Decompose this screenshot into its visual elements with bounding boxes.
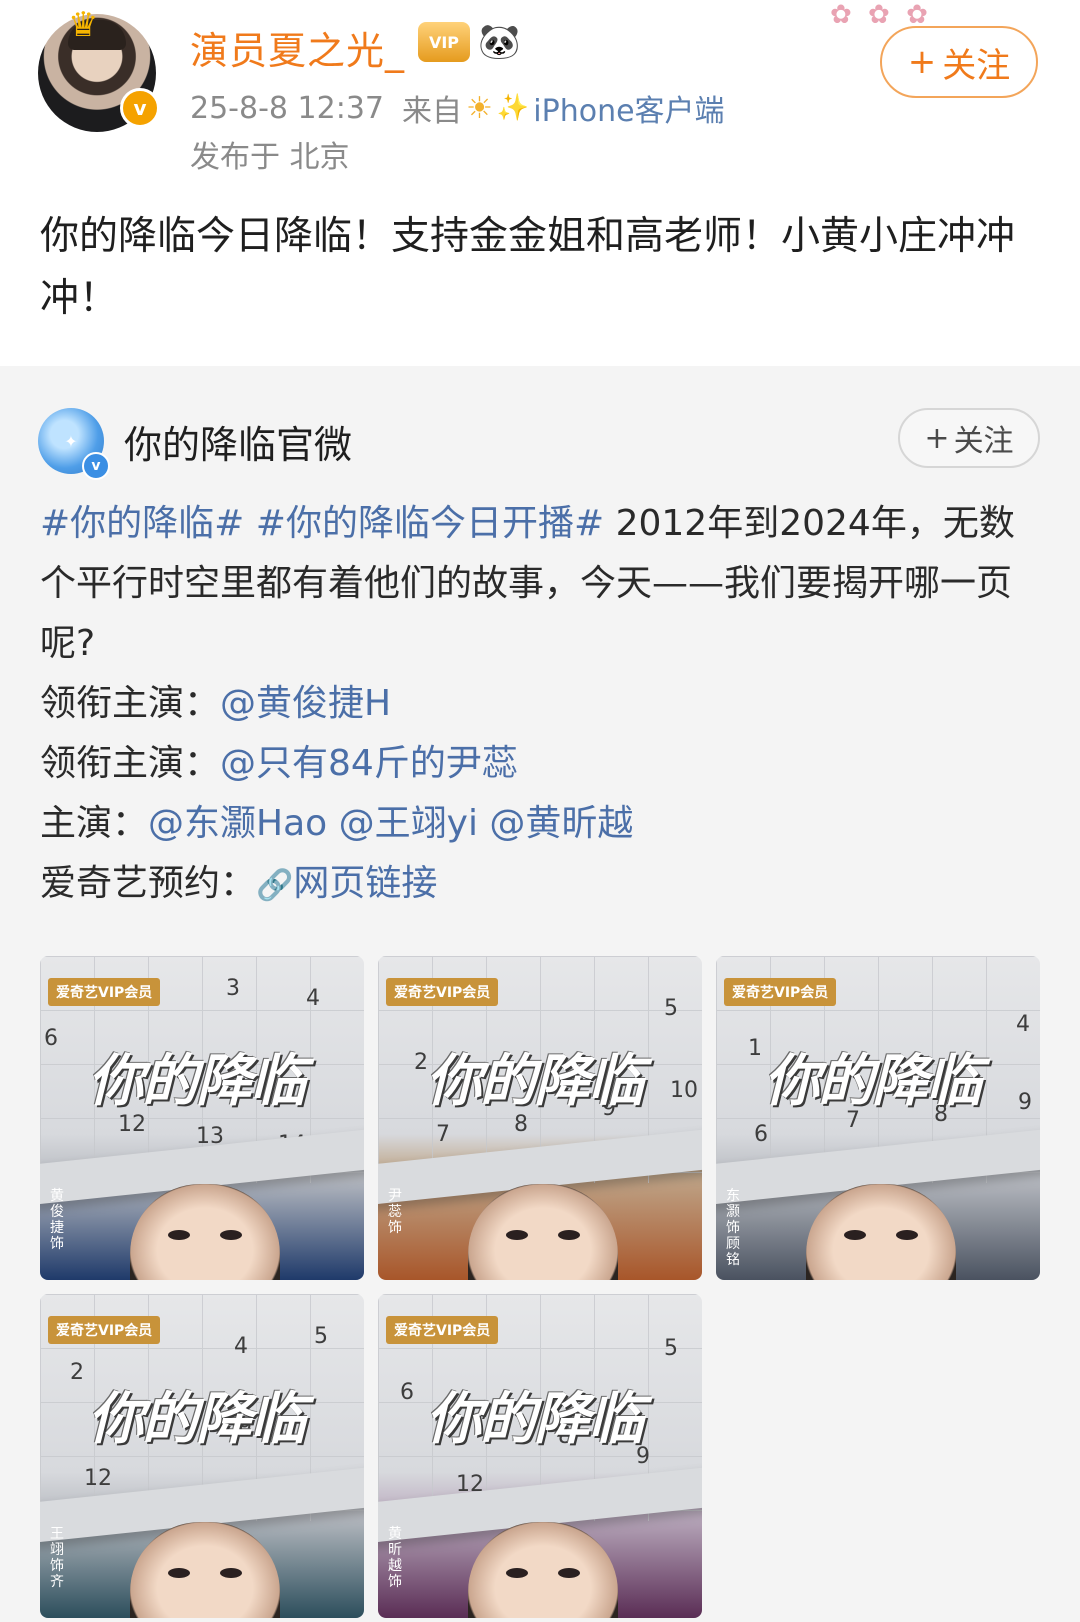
source-client[interactable]: iPhone客户端 bbox=[533, 86, 724, 130]
calendar-number: 6 bbox=[754, 1122, 768, 1147]
sparkle-icon: ✨ bbox=[496, 93, 530, 123]
calendar-number: 6 bbox=[44, 1026, 58, 1051]
vip-member-badge: 爱奇艺VIP会员 bbox=[386, 1316, 499, 1344]
post-meta: 25-8-8 12:37 来自 ☀ ✨ iPhone客户端 bbox=[190, 86, 725, 130]
cast-line: 主演：@东灏Hao @王翊yi @黄昕越 bbox=[40, 794, 1050, 854]
poster-image[interactable]: 爱奇艺VIP会员 1 6 7 8 9 4 你的降临 东灏饰顾铭 bbox=[716, 956, 1040, 1280]
mention-link[interactable]: @王翊yi bbox=[339, 803, 478, 844]
sun-icon: ☀ bbox=[466, 90, 493, 126]
author-name[interactable]: 演员夏之光_ bbox=[190, 20, 405, 75]
follow-button[interactable]: + 关注 bbox=[880, 26, 1038, 98]
post-source[interactable]: 来自 ☀ ✨ iPhone客户端 bbox=[402, 86, 725, 130]
cast-label: 主演： bbox=[40, 803, 149, 844]
post-time: 25-8-8 12:37 bbox=[190, 90, 384, 126]
post-location: 发布于 北京 bbox=[190, 140, 350, 175]
author-avatar-wrap[interactable]: ♛ v bbox=[38, 8, 160, 132]
actor-face bbox=[130, 1522, 280, 1618]
repost-follow-button[interactable]: + 关注 bbox=[898, 408, 1040, 468]
vip-badge-icon[interactable]: VIP bbox=[418, 22, 470, 62]
poster-image[interactable]: 爱奇艺VIP会员 3 4 6 12 13 14 你的降临 黄俊捷饰 bbox=[40, 956, 364, 1280]
actor-face bbox=[468, 1184, 618, 1280]
calendar-number: 6 bbox=[400, 1380, 414, 1405]
lead-actor-line: 领衔主演：@只有84斤的尹蕊 bbox=[40, 734, 1050, 794]
link-icon: 🔗 bbox=[256, 868, 294, 903]
crown-icon: ♛ bbox=[68, 5, 99, 45]
reserve-label: 爱奇艺预约： bbox=[40, 863, 257, 904]
calendar-number: 4 bbox=[234, 1334, 248, 1359]
weibo-post: ♛ v 演员夏之光_ VIP 🐼 ✿ ✿ ✿ + 关注 25-8-8 12:37… bbox=[0, 0, 1080, 366]
source-prefix: 来自 bbox=[402, 94, 462, 129]
plus-icon: + bbox=[924, 420, 950, 456]
calendar-number: 2 bbox=[70, 1360, 84, 1385]
vip-member-badge: 爱奇艺VIP会员 bbox=[386, 978, 499, 1006]
mention-link[interactable]: @只有84斤的尹蕊 bbox=[220, 743, 518, 784]
plus-icon: + bbox=[907, 42, 937, 82]
follow-label: 关注 bbox=[942, 45, 1011, 86]
poster-image[interactable]: 爱奇艺VIP会员 5 2 8 9 10 7 你的降临 尹蕊饰 bbox=[378, 956, 702, 1280]
actor-face bbox=[130, 1184, 280, 1280]
poster-title: 你的降临 bbox=[88, 1048, 306, 1114]
calendar-number: 5 bbox=[664, 1336, 678, 1361]
hashtag-link[interactable]: #你的降临# bbox=[40, 503, 244, 544]
image-grid: 爱奇艺VIP会员 3 4 6 12 13 14 你的降临 黄俊捷饰 爱奇艺VIP… bbox=[40, 956, 1040, 1620]
poster-title: 你的降临 bbox=[426, 1386, 644, 1452]
poster-cast-name: 东灏饰顾铭 bbox=[726, 1188, 740, 1268]
vip-member-badge: 爱奇艺VIP会员 bbox=[48, 1316, 161, 1344]
vip-member-badge: 爱奇艺VIP会员 bbox=[724, 978, 837, 1006]
post-text: 你的降临今日降临！支持金金姐和高老师！小黄小庄冲冲冲！ bbox=[40, 214, 1016, 321]
hashtag-link[interactable]: #你的降临今日开播# bbox=[256, 503, 604, 544]
calendar-number: 7 bbox=[436, 1122, 450, 1147]
calendar-number: 12 bbox=[84, 1466, 112, 1491]
mention-link[interactable]: @东灏Hao bbox=[148, 803, 327, 844]
poster-cast-name: 王翊饰齐 bbox=[50, 1526, 64, 1590]
mention-link[interactable]: @黄俊捷H bbox=[220, 683, 391, 724]
calendar-number: 5 bbox=[314, 1324, 328, 1349]
lead-label: 领衔主演： bbox=[40, 683, 221, 724]
poster-cast-name: 黄俊捷饰 bbox=[50, 1188, 64, 1252]
repost-text: #你的降临# #你的降临今日开播# 2012年到2024年，无数个平行时空里都有… bbox=[40, 494, 1050, 916]
calendar-number: 4 bbox=[306, 986, 320, 1011]
poster-image[interactable]: 爱奇艺VIP会员 4 5 2 9 12 14 你的降临 王翊饰齐 bbox=[40, 1294, 364, 1618]
panda-icon: 🐼 bbox=[478, 22, 521, 62]
calendar-number: 5 bbox=[664, 996, 678, 1021]
follow-label: 关注 bbox=[953, 424, 1014, 459]
actor-face bbox=[806, 1184, 956, 1280]
repost-paragraph: #你的降临# #你的降临今日开播# 2012年到2024年，无数个平行时空里都有… bbox=[40, 494, 1050, 674]
verified-icon: v bbox=[82, 452, 110, 480]
calendar-number: 1 bbox=[748, 1036, 762, 1061]
verified-icon: v bbox=[120, 88, 160, 128]
repost-author-name[interactable]: 你的降临官微 bbox=[124, 414, 352, 469]
poster-image[interactable]: 爱奇艺VIP会员 5 6 7 8 9 12 你的降临 黄昕越饰 bbox=[378, 1294, 702, 1618]
calendar-number: 4 bbox=[1016, 1012, 1030, 1037]
poster-cast-name: 尹蕊饰 bbox=[388, 1188, 402, 1236]
lead-actor-line: 领衔主演：@黄俊捷H bbox=[40, 674, 1050, 734]
actor-face bbox=[468, 1522, 618, 1618]
decoration-sticker: ✿ ✿ ✿ bbox=[830, 0, 932, 28]
poster-title: 你的降临 bbox=[426, 1048, 644, 1114]
calendar-number: 3 bbox=[226, 976, 240, 1001]
poster-cast-name: 黄昕越饰 bbox=[388, 1526, 402, 1590]
reserve-line: 爱奇艺预约：🔗网页链接 bbox=[40, 854, 1050, 916]
reposted-card[interactable]: ✦ v 你的降临官微 + 关注 #你的降临# #你的降临今日开播# 2012年到… bbox=[0, 366, 1080, 1622]
vip-member-badge: 爱奇艺VIP会员 bbox=[48, 978, 161, 1006]
calendar-number: 10 bbox=[670, 1078, 698, 1103]
web-link[interactable]: 网页链接 bbox=[293, 863, 437, 904]
calendar-number: 9 bbox=[1018, 1090, 1032, 1115]
mention-link[interactable]: @黄昕越 bbox=[489, 803, 633, 844]
lead-label: 领衔主演： bbox=[40, 743, 221, 784]
name-badges: VIP 🐼 bbox=[418, 22, 520, 62]
poster-title: 你的降临 bbox=[764, 1048, 982, 1114]
poster-title: 你的降临 bbox=[88, 1386, 306, 1452]
